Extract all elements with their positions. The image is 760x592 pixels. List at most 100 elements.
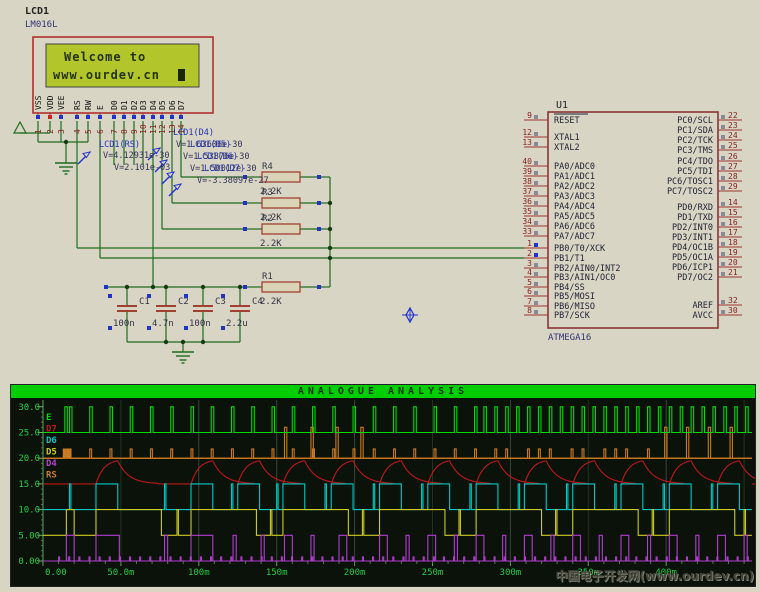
mcu-pin-number: 14 — [728, 198, 738, 207]
voltage-probe-arrow[interactable] — [78, 152, 90, 164]
lcd-pin-square[interactable] — [36, 115, 40, 119]
mcu-pin-square[interactable] — [534, 301, 538, 305]
mcu-pin-square[interactable] — [534, 142, 538, 146]
mcu-pin-square[interactable] — [721, 135, 725, 139]
capacitor-C2[interactable]: C24.7n — [147, 294, 189, 330]
mcu-pin-square[interactable] — [534, 243, 538, 247]
lcd-pin-square[interactable] — [112, 115, 116, 119]
lcd-pin-square[interactable] — [59, 115, 63, 119]
mcu-pin-square[interactable] — [721, 242, 725, 246]
mcu-pin-square[interactable] — [534, 191, 538, 195]
resistor-body[interactable] — [262, 224, 300, 234]
lcd-pin-square[interactable] — [179, 115, 183, 119]
mcu-pin-square[interactable] — [721, 222, 725, 226]
mcu-pin-square[interactable] — [534, 201, 538, 205]
capacitor-C3[interactable]: C3100n — [184, 294, 226, 330]
mcu-pin-square[interactable] — [534, 272, 538, 276]
y-tick-label: 30.0 — [18, 403, 40, 413]
mcu-pin-square[interactable] — [721, 125, 725, 129]
mcu-pin-name: PA7/ADC7 — [554, 232, 595, 242]
mcu-pin-square[interactable] — [721, 300, 725, 304]
probe-label: V=2.101e-03 — [114, 163, 170, 173]
y-tick-label: 0.00 — [18, 557, 40, 567]
mcu-pin-square[interactable] — [534, 263, 538, 267]
lcd-pin-square[interactable] — [122, 115, 126, 119]
lcd-pin-square[interactable] — [48, 115, 52, 119]
mcu-pin-square[interactable] — [534, 253, 538, 257]
mcu-pin-square[interactable] — [721, 115, 725, 119]
resistor-R2[interactable]: R22.2K — [243, 214, 321, 249]
voltage-probe-arrow[interactable] — [169, 184, 181, 196]
lcd-pin-square[interactable] — [151, 115, 155, 119]
mcu-pin-square[interactable] — [534, 211, 538, 215]
lcd-pin-square[interactable] — [98, 115, 102, 119]
mcu-pin-square[interactable] — [721, 310, 725, 314]
mcu-pin-square[interactable] — [721, 176, 725, 180]
analogue-analysis-window[interactable]: ANALOGUE ANALYSIS 0.005.0010.015.020.025… — [10, 384, 756, 587]
wire-junction — [328, 201, 332, 205]
mcu-pin-name: PD1/TXD — [677, 213, 713, 223]
mcu-pin-name: AVCC — [693, 311, 713, 321]
lcd-pin-square[interactable] — [86, 115, 90, 119]
mcu-pin-square[interactable] — [534, 282, 538, 286]
trace-RS — [43, 449, 752, 458]
probe-square — [317, 201, 321, 205]
mcu-pin-name: PC4/TDO — [677, 157, 713, 167]
mcu-pin-square[interactable] — [534, 115, 538, 119]
lcd-pin-square[interactable] — [141, 115, 145, 119]
power-symbol[interactable] — [14, 122, 26, 133]
mcu-pin-square[interactable] — [534, 231, 538, 235]
legend-item-D6: D6 — [46, 436, 57, 446]
mcu-pin-square[interactable] — [721, 272, 725, 276]
mcu-pin-square[interactable] — [721, 262, 725, 266]
mcu-pin-square[interactable] — [534, 132, 538, 136]
probe-square — [184, 326, 188, 330]
mcu-pin-number: 24 — [728, 131, 738, 140]
mcu-pin-square[interactable] — [534, 221, 538, 225]
probe-square — [243, 201, 247, 205]
mcu-pin-square[interactable] — [534, 291, 538, 295]
mcu-pin-name: PD4/OC1B — [672, 243, 713, 253]
capacitor-C1[interactable]: C1100n — [108, 294, 150, 330]
lcd-pin-square[interactable] — [75, 115, 79, 119]
schematic-canvas[interactable]: LCD1LM016LWelcome towww.ourdev.cnVSS1VDD… — [0, 0, 760, 384]
mcu-pin-name: PA5/ADC5 — [554, 212, 595, 222]
mcu-pin-square[interactable] — [534, 161, 538, 165]
mcu-pin-square[interactable] — [721, 156, 725, 160]
lcd-pin-square[interactable] — [170, 115, 174, 119]
mcu-pin-square[interactable] — [534, 171, 538, 175]
lcd-pin-square[interactable] — [132, 115, 136, 119]
mcu-pin-square[interactable] — [721, 232, 725, 236]
resistor-body[interactable] — [262, 198, 300, 208]
mcu-pin-square[interactable] — [721, 186, 725, 190]
mcu-pin-name: PB0/T0/XCK — [554, 244, 606, 254]
x-tick-label: 300m — [500, 568, 522, 578]
lcd-pin-number: 3 — [57, 129, 66, 134]
lcd-pin-name: D0 — [110, 100, 119, 110]
mcu-pin-name: PA6/ADC6 — [554, 222, 595, 232]
mcu-pin-number: 32 — [728, 296, 738, 305]
lcd-component[interactable]: LCD1LM016LWelcome towww.ourdev.cnVSS1VDD… — [25, 6, 213, 134]
mcu-pin-square[interactable] — [721, 252, 725, 256]
capacitor-C4[interactable]: C42.2u — [221, 294, 263, 330]
mcu-pin-name: PA1/ADC1 — [554, 172, 595, 182]
lcd-pin-number: 12 — [158, 124, 167, 134]
mcu-pin-square[interactable] — [721, 202, 725, 206]
mcu-pin-number: 33 — [522, 227, 532, 236]
mcu-pin-square[interactable] — [534, 310, 538, 314]
mcu-pin-name: AREF — [693, 301, 713, 311]
waveform-plot[interactable]: 0.005.0010.015.020.025.030.00.0050.0m100… — [11, 398, 755, 585]
mcu-pin-number: 5 — [527, 278, 532, 287]
lcd-pin-number: 2 — [46, 129, 55, 134]
mcu-pin-square[interactable] — [721, 212, 725, 216]
resistor-body[interactable] — [262, 282, 300, 292]
mcu-pin-name: RESET — [554, 116, 580, 126]
lcd-pin-square[interactable] — [160, 115, 164, 119]
mcu-component[interactable]: U1ATMEGA169RESET12XTAL113XTAL240PA0/ADC0… — [522, 100, 742, 343]
graph-title-bar[interactable]: ANALOGUE ANALYSIS — [11, 385, 755, 398]
mcu-pin-square[interactable] — [534, 181, 538, 185]
mcu-pin-square[interactable] — [721, 145, 725, 149]
x-tick-label: 100m — [188, 568, 210, 578]
resistor-R3[interactable]: R32.2K — [243, 188, 321, 223]
mcu-pin-square[interactable] — [721, 166, 725, 170]
